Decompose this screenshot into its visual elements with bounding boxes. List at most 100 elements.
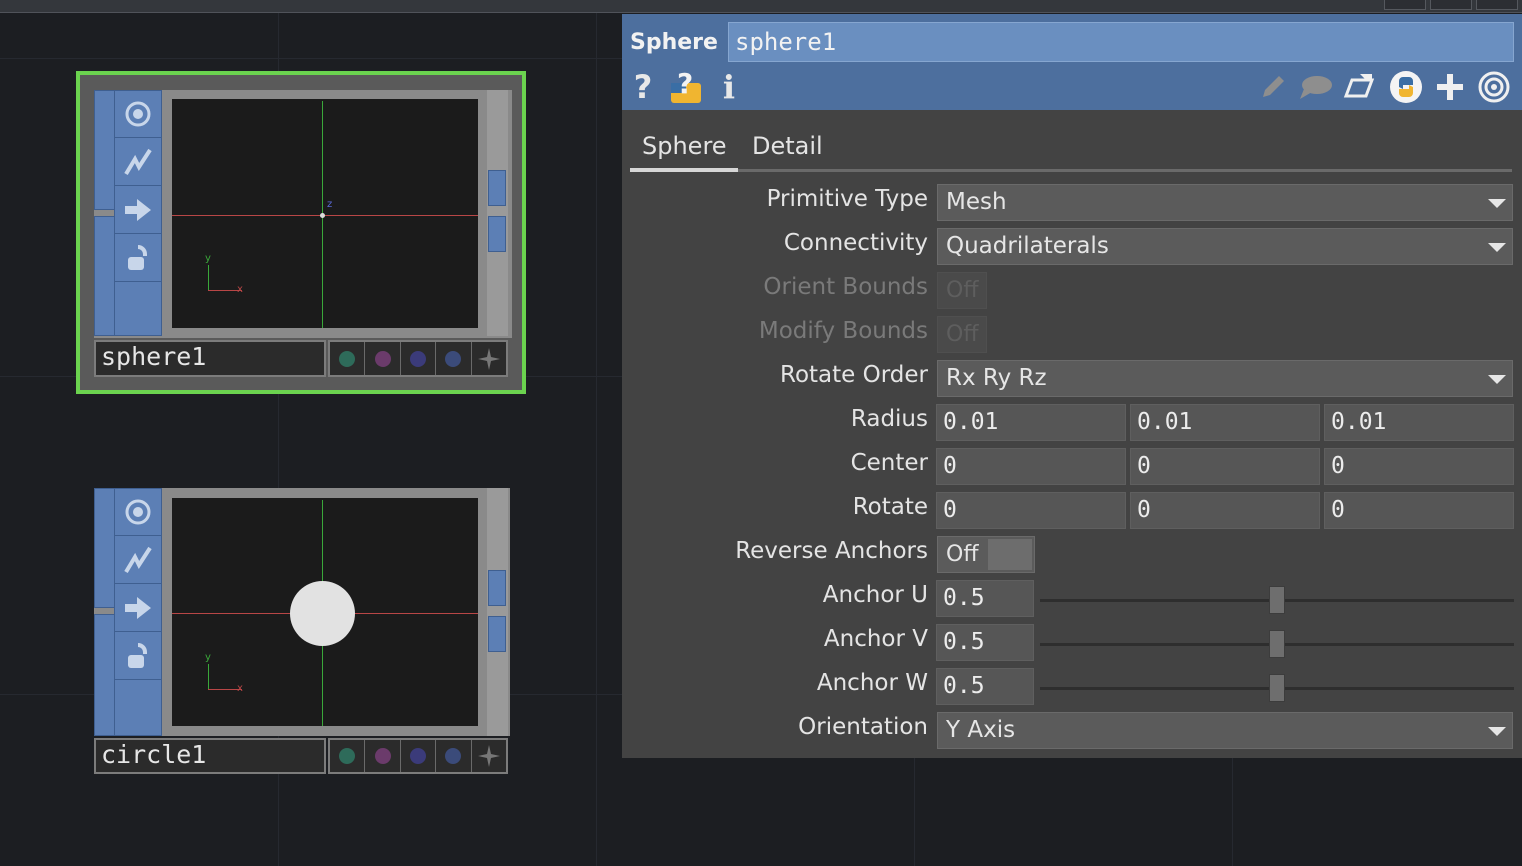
- primitive-type-menu[interactable]: Mesh: [937, 184, 1513, 221]
- menu-value: Mesh: [946, 189, 1007, 215]
- lock-flag-icon[interactable]: [115, 235, 161, 282]
- help-icon[interactable]: ?: [630, 68, 656, 106]
- rotate-z-field[interactable]: 0: [1324, 492, 1514, 529]
- connectivity-menu[interactable]: Quadrilaterals: [937, 228, 1513, 265]
- center-z-field[interactable]: 0: [1324, 448, 1514, 485]
- radius-z-field[interactable]: 0.01: [1324, 404, 1514, 441]
- info-icon[interactable]: i: [718, 68, 740, 106]
- output-connector[interactable]: [488, 170, 506, 206]
- anchor-u-field[interactable]: 0.5: [936, 580, 1034, 617]
- viewer-icon[interactable]: [1476, 69, 1512, 105]
- input-connector[interactable]: [94, 488, 116, 608]
- toggle-knob: [988, 539, 1032, 570]
- rotate-order-menu[interactable]: Rx Ry Rz: [937, 360, 1513, 397]
- svg-text:?: ?: [677, 69, 693, 100]
- pane-button-1[interactable]: [1384, 0, 1426, 10]
- param-label: Anchor W: [816, 670, 928, 696]
- lock-flag-icon[interactable]: [115, 633, 161, 680]
- chevron-down-icon: [1488, 199, 1506, 208]
- orientation-menu[interactable]: Y Axis: [937, 712, 1513, 749]
- grid-line: [0, 58, 622, 59]
- grid-line: [596, 13, 597, 866]
- python-icon[interactable]: [1388, 69, 1424, 105]
- operator-name-field[interactable]: sphere1: [728, 22, 1514, 62]
- cooking-flag-icon[interactable]: [115, 139, 161, 186]
- parameter-panel: Sphere sphere1 ? ? i Sphere Detail Primi…: [622, 14, 1522, 758]
- x-axis-line: [172, 215, 478, 216]
- rotate-x-field[interactable]: 0: [936, 492, 1126, 529]
- gizmo-y-label: y: [205, 253, 211, 264]
- modify-bounds-toggle[interactable]: Off: [937, 316, 987, 353]
- param-label: Primitive Type: [766, 186, 928, 212]
- param-label: Anchor U: [822, 582, 928, 608]
- param-anchor-v: Anchor V 0.5: [622, 622, 1522, 662]
- tab-sphere[interactable]: Sphere: [630, 130, 738, 172]
- output-strip: [487, 488, 508, 736]
- tab-detail[interactable]: Detail: [740, 130, 836, 172]
- cooking-flag-icon[interactable]: [115, 537, 161, 584]
- export-flag-icon[interactable]: [115, 585, 161, 632]
- center-x-field[interactable]: 0: [936, 448, 1126, 485]
- operator-type-label: Sphere: [630, 30, 718, 55]
- status-dot: [410, 748, 427, 764]
- param-label: Connectivity: [783, 230, 928, 256]
- center-y-field[interactable]: 0: [1130, 448, 1320, 485]
- param-connectivity: Connectivity Quadrilaterals: [622, 226, 1522, 266]
- pane-button-2[interactable]: [1430, 0, 1472, 10]
- viewer-flag-icon[interactable]: [115, 489, 161, 536]
- reverse-anchors-toggle[interactable]: Off: [937, 536, 1035, 573]
- input-connector[interactable]: [94, 90, 116, 210]
- pane-button-3[interactable]: [1476, 0, 1518, 10]
- node-star-icon[interactable]: [472, 342, 506, 375]
- comment-icon[interactable]: [1298, 69, 1334, 105]
- menu-value: Rx Ry Rz: [946, 365, 1047, 391]
- input-connector[interactable]: [94, 614, 116, 736]
- edit-icon[interactable]: [1258, 69, 1288, 105]
- panel-header: Sphere sphere1 ? ? i: [622, 14, 1522, 110]
- param-label: Reverse Anchors: [735, 538, 928, 564]
- node-flags: [114, 90, 162, 336]
- orient-bounds-toggle[interactable]: Off: [937, 272, 987, 309]
- param-orient-bounds: Orient Bounds Off: [622, 270, 1522, 310]
- clone-icon[interactable]: [1342, 69, 1378, 105]
- network-top-bar: [0, 0, 1522, 13]
- add-icon[interactable]: [1434, 69, 1466, 105]
- output-connector[interactable]: [488, 216, 506, 252]
- status-dot: [339, 350, 356, 367]
- anchor-u-slider-handle[interactable]: [1269, 586, 1285, 614]
- anchor-w-field[interactable]: 0.5: [936, 668, 1034, 705]
- node-name-label[interactable]: sphere1: [94, 340, 326, 377]
- viewer-flag-icon[interactable]: [115, 91, 161, 138]
- param-anchor-u: Anchor U 0.5: [622, 578, 1522, 618]
- rotate-y-field[interactable]: 0: [1130, 492, 1320, 529]
- input-connector[interactable]: [94, 216, 116, 336]
- radius-y-field[interactable]: 0.01: [1130, 404, 1320, 441]
- param-orientation: Orientation Y Axis: [622, 710, 1522, 750]
- status-dot: [374, 748, 391, 764]
- export-flag-icon[interactable]: [115, 187, 161, 234]
- status-dot: [445, 748, 462, 764]
- param-label: Orient Bounds: [763, 274, 928, 300]
- anchor-v-slider-handle[interactable]: [1269, 630, 1285, 658]
- node-name-label[interactable]: circle1: [94, 738, 326, 774]
- anchor-v-field[interactable]: 0.5: [936, 624, 1034, 661]
- status-dot: [445, 350, 462, 367]
- anchor-w-slider-handle[interactable]: [1269, 674, 1285, 702]
- node-viewer[interactable]: y x: [172, 498, 478, 726]
- output-connector[interactable]: [488, 570, 506, 606]
- param-center: Center 0 0 0: [622, 446, 1522, 486]
- menu-value: Quadrilaterals: [946, 233, 1109, 259]
- param-label: Radius: [850, 406, 928, 432]
- radius-x-field[interactable]: 0.01: [936, 404, 1126, 441]
- python-help-icon[interactable]: ?: [666, 69, 706, 105]
- node-viewer[interactable]: z y x: [172, 99, 478, 328]
- node-status-bar: [328, 340, 508, 377]
- param-rotate: Rotate 0 0 0: [622, 490, 1522, 530]
- status-dot: [374, 350, 391, 367]
- node-flags: [114, 488, 162, 736]
- output-connector[interactable]: [488, 616, 506, 652]
- gizmo-y-label: y: [205, 652, 211, 663]
- node-star-icon[interactable]: [472, 740, 506, 772]
- param-label: Anchor V: [823, 626, 928, 652]
- param-radius: Radius 0.01 0.01 0.01: [622, 402, 1522, 442]
